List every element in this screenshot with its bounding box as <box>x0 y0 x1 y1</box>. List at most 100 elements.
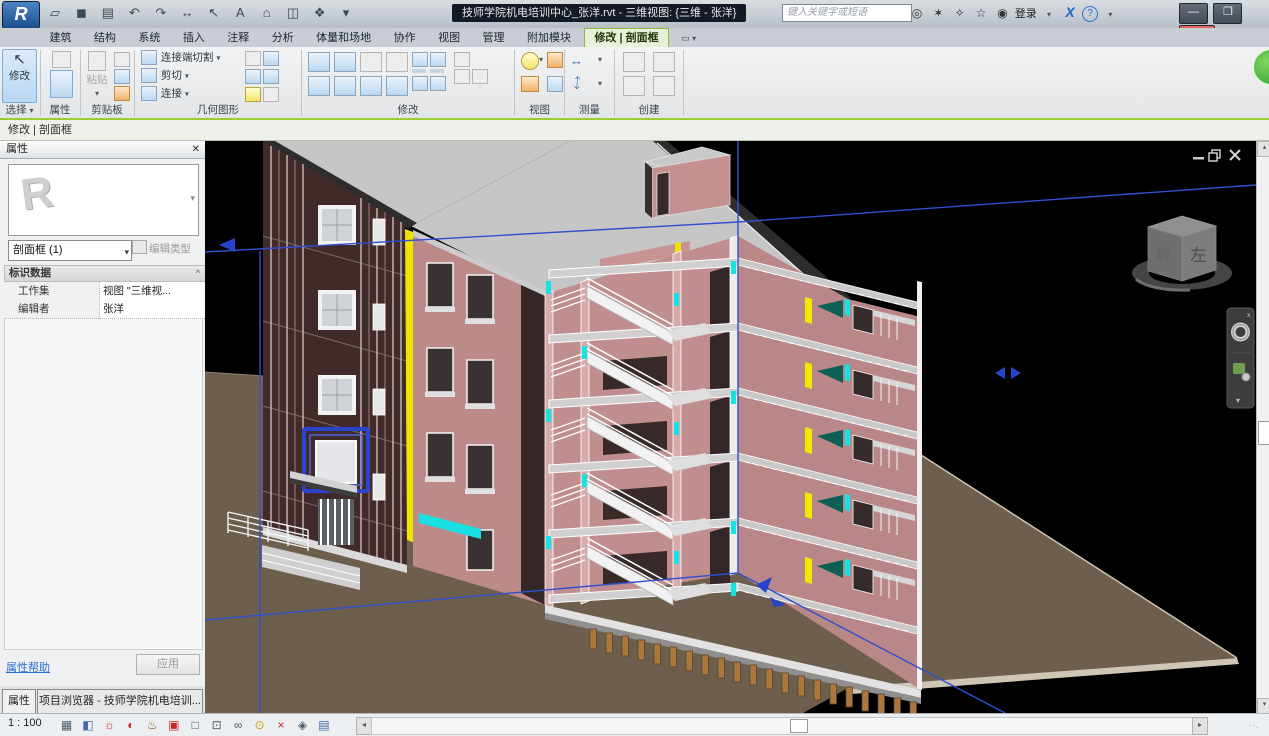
join-geometry-button[interactable]: 连接 ▾ <box>140 85 189 102</box>
trim-extend-corner-icon[interactable] <box>386 76 408 96</box>
tab-modify-section-box-active[interactable]: 修改 | 剖面框 <box>584 28 668 48</box>
viewcube-face-label[interactable]: 左 <box>1190 246 1207 265</box>
type-properties-icon[interactable] <box>52 51 71 68</box>
offset-icon[interactable] <box>334 52 356 72</box>
vertical-scrollbar[interactable]: ▴ ▾ <box>1256 141 1269 713</box>
unpin-icon[interactable] <box>454 52 470 67</box>
split-element-icon[interactable] <box>412 52 428 67</box>
infocenter-search-input[interactable]: 键入关键字或短语 <box>782 4 912 22</box>
section-icon[interactable]: ◫ <box>283 3 303 23</box>
copy-element-icon[interactable] <box>334 76 356 96</box>
delete-icon[interactable] <box>472 69 488 84</box>
3d-view[interactable]: 左 前 x ▾ <box>205 141 1256 713</box>
entrance-glazing[interactable] <box>318 499 354 545</box>
search-icon[interactable]: ◎ <box>908 3 926 23</box>
south-facade[interactable] <box>413 230 545 605</box>
trim-extend-single-icon[interactable] <box>412 76 428 91</box>
minimize-button[interactable]: — <box>1179 3 1208 24</box>
properties-help-link[interactable]: 属性帮助 <box>6 659 50 675</box>
vertical-scroll-thumb[interactable] <box>1258 421 1269 445</box>
tab-massing-site[interactable]: 体量和场地 <box>307 29 380 48</box>
mirror-draw-axis-icon[interactable] <box>386 52 408 72</box>
close-icon[interactable]: ✕ <box>192 141 200 158</box>
horizontal-scrollbar[interactable] <box>371 717 1193 735</box>
crop-view-icon[interactable]: ▣ <box>165 717 182 734</box>
match-properties-icon[interactable] <box>114 86 130 101</box>
default-3d-view-icon[interactable]: ⌂ <box>257 3 277 23</box>
modify-tool-button[interactable]: ↖ 修改 <box>2 49 37 103</box>
scroll-down-icon[interactable]: ▾ <box>1257 698 1269 714</box>
pin-icon[interactable] <box>454 69 470 84</box>
scroll-up-icon[interactable]: ▴ <box>1257 141 1269 157</box>
apply-button[interactable]: 应用 <box>136 654 200 675</box>
create-group-icon[interactable] <box>623 52 645 72</box>
view-close-icon[interactable] <box>1230 150 1240 160</box>
tab-analyze[interactable]: 分析 <box>263 29 303 48</box>
tab-annotate[interactable]: 注释 <box>218 29 258 48</box>
wall-joins-icon[interactable] <box>263 51 279 66</box>
temporary-hide-isolate-icon[interactable]: ∞ <box>230 717 247 734</box>
demolish-hammer-icon[interactable] <box>263 69 279 84</box>
create-similar-icon[interactable] <box>653 52 675 72</box>
resize-grip-icon[interactable]: ··. <box>1248 720 1262 732</box>
favorites-icon[interactable]: ☆ <box>972 3 990 23</box>
constraints-icon[interactable]: ▤ <box>315 717 332 734</box>
properties-palette-icon[interactable] <box>50 70 73 98</box>
navigation-bar[interactable]: x ▾ <box>1227 308 1254 408</box>
split-face-icon[interactable] <box>245 69 261 84</box>
property-value[interactable]: 视图 "三维视... <box>99 282 205 301</box>
cut-icon[interactable] <box>114 52 130 67</box>
help-dropdown-icon[interactable]: ▾ <box>1101 5 1119 25</box>
array-icon[interactable] <box>412 69 426 73</box>
sign-in-dropdown-icon[interactable]: ▾ <box>1040 5 1058 25</box>
create-parts-icon[interactable] <box>653 76 675 96</box>
user-icon[interactable]: ◉ <box>993 3 1011 23</box>
shadows-icon[interactable]: ◐ <box>122 717 139 734</box>
scale-icon[interactable] <box>430 69 444 73</box>
linework-brush-icon[interactable] <box>521 76 539 92</box>
show-crop-region-icon[interactable]: □ <box>187 717 204 734</box>
navbar-close-icon[interactable]: x <box>1247 312 1251 319</box>
modify-cursor-icon[interactable]: ↖ <box>204 3 224 23</box>
create-assembly-icon[interactable] <box>623 76 645 96</box>
aligned-dimension-icon[interactable]: ↔ <box>177 3 197 23</box>
sign-in-button[interactable]: 登录 <box>1015 8 1037 20</box>
scroll-left-icon[interactable]: ◂ <box>356 717 372 735</box>
view-window-controls[interactable] <box>1193 150 1240 161</box>
tab-manage[interactable]: 管理 <box>474 29 514 48</box>
redo-icon[interactable]: ↷ <box>151 3 171 23</box>
tab-structure[interactable]: 结构 <box>85 29 125 48</box>
navbar-expand-icon[interactable]: ▾ <box>1236 396 1240 405</box>
restore-button[interactable]: ❐ <box>1213 3 1242 24</box>
measure-angle-icon[interactable]: ⤢ <box>568 74 586 93</box>
edit-type-button[interactable]: 编辑类型 <box>132 240 198 259</box>
viewcube-side-face-label[interactable]: 前 <box>1156 246 1170 262</box>
viewcube[interactable]: 左 前 <box>1132 216 1232 290</box>
mirror-pick-axis-icon[interactable] <box>360 52 382 72</box>
open-file-icon[interactable]: ▱ <box>45 3 65 23</box>
tab-project-browser[interactable]: 项目浏览器 - 技师学院机电培训... <box>37 689 203 713</box>
subscription-icon[interactable]: ✧ <box>951 3 969 23</box>
customize-qat-icon[interactable]: ▾ <box>336 3 356 23</box>
view-scale[interactable]: 1 : 100 <box>8 717 42 729</box>
lightbulb-icon[interactable] <box>521 52 539 70</box>
help-icon[interactable]: ? <box>1082 6 1098 22</box>
tab-collaborate[interactable]: 协作 <box>385 29 425 48</box>
ribbon-display-toggle-icon[interactable]: ▭ ▾ <box>673 33 704 44</box>
rotate-icon[interactable] <box>360 76 382 96</box>
visual-style-icon[interactable]: ◧ <box>79 717 96 734</box>
tab-systems[interactable]: 系统 <box>129 29 169 48</box>
trim-extend-multiple-icon[interactable] <box>430 76 446 91</box>
detail-level-icon[interactable]: ▦ <box>58 717 75 734</box>
move-icon[interactable] <box>308 76 330 96</box>
copy-icon[interactable] <box>114 69 130 84</box>
lightbulb-dropdown-icon[interactable]: ▾ <box>539 55 543 64</box>
save-icon[interactable]: ◼ <box>71 3 91 23</box>
sun-path-icon[interactable]: ☼ <box>101 717 118 734</box>
reveal-hidden-elements-icon[interactable]: ⊙ <box>251 717 268 734</box>
tab-insert[interactable]: 插入 <box>174 29 214 48</box>
application-menu-button[interactable]: R <box>2 1 40 29</box>
displace-elements-icon[interactable]: ◈ <box>294 717 311 734</box>
panel-label-select[interactable]: 选择 ▾ <box>0 104 39 117</box>
tab-properties[interactable]: 属性 <box>2 689 36 713</box>
